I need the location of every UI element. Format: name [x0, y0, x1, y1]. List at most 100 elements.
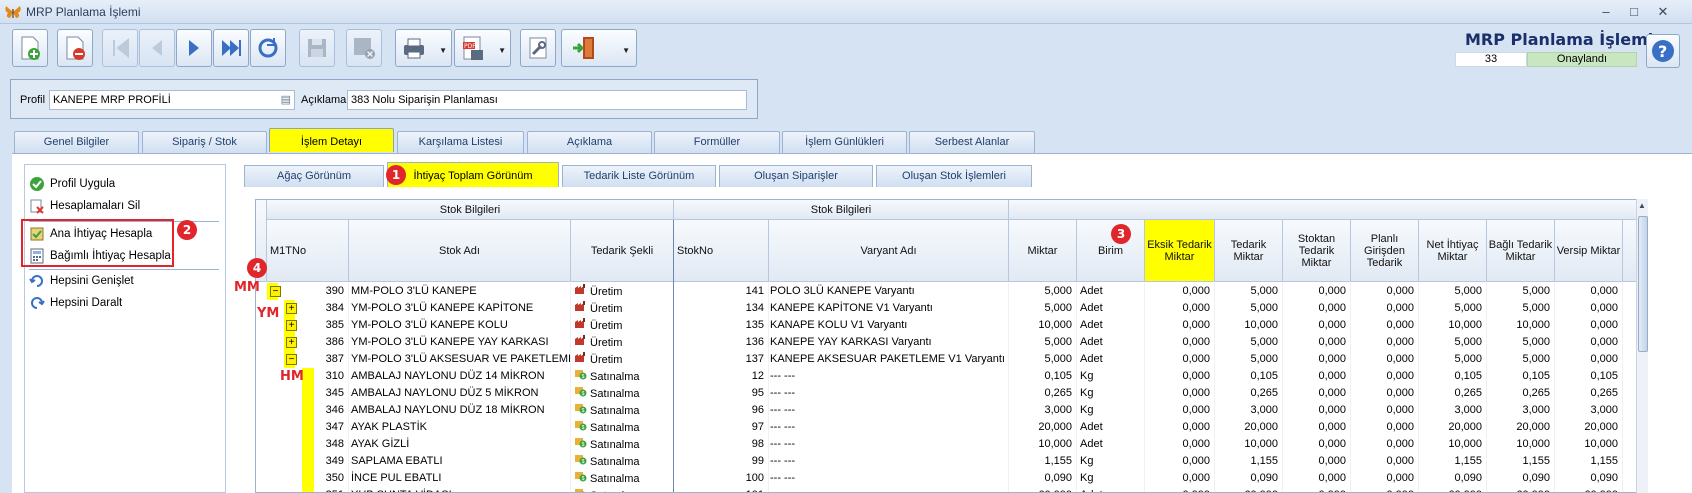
scroll-thumb[interactable]: [1638, 216, 1648, 352]
cell-variant: KANEPE YAY KARKASI Varyantı: [769, 334, 1009, 351]
col-eksik-tedarik-miktar[interactable]: Eksik Tedarik Miktar: [1145, 220, 1215, 282]
expand-node-icon[interactable]: +: [286, 320, 297, 331]
col-versip-miktar[interactable]: Versip Miktar: [1555, 220, 1623, 282]
cell-stokno: 100: [674, 470, 769, 487]
save-close-button[interactable]: [346, 29, 382, 67]
table-row[interactable]: +384 YM-POLO 3'LÜ KANEPE KAPİTONE Üretim 13…: [256, 300, 1644, 317]
table-row[interactable]: 351YHB SUNTA VİDASI$Satınalma101--- ---6…: [256, 487, 1644, 492]
cell-qty: 5,000: [1009, 334, 1077, 351]
table-row[interactable]: − 390 MM-POLO 3'LÜ KANEPE Üretim 141 POLO 3LÜ…: [256, 283, 1644, 300]
supply-type-label: Üretim: [590, 319, 623, 332]
cell-m1tno: 387: [300, 351, 349, 368]
col-m1tno[interactable]: M1TNo: [267, 220, 349, 282]
delete-calc-icon: [30, 199, 44, 214]
next-icon: [189, 40, 199, 56]
col-planli-girisden-tedarik[interactable]: Planlı Girişden Tedarik: [1351, 220, 1419, 282]
settings-button[interactable]: [520, 29, 556, 67]
first-record-button[interactable]: [102, 29, 138, 67]
table-row[interactable]: 346 AMBALAJ NAYLONU DÜZ 18 MİKRON $ Satınal…: [256, 402, 1644, 419]
refresh-button[interactable]: [250, 29, 286, 67]
previous-record-button[interactable]: [139, 29, 175, 67]
next-record-button[interactable]: [176, 29, 212, 67]
cell-net: 10,000: [1419, 317, 1487, 334]
subtab-agac-gorunum[interactable]: Ağaç Görünüm: [244, 165, 384, 187]
hepsini-genislet-action[interactable]: Hepsini Genişlet: [29, 271, 134, 291]
cell-stokno: 137: [674, 351, 769, 368]
subtab-olusan-stok-islemleri[interactable]: Oluşan Stok İşlemleri: [876, 165, 1032, 187]
col-stok-adi[interactable]: Stok Adı: [349, 220, 571, 282]
print-button[interactable]: ▼: [395, 29, 452, 67]
tab-siparis-stok[interactable]: Sipariş / Stok: [142, 131, 267, 153]
cell-planli: 0,000: [1351, 368, 1419, 385]
tab-karsilama-listesi[interactable]: Karşılama Listesi: [397, 131, 524, 153]
cell-stoktan: 0,000: [1283, 419, 1351, 436]
cell-stokno: 99: [674, 453, 769, 470]
tab-islem-gunlukleri[interactable]: İşlem Günlükleri: [782, 131, 907, 153]
cell-stoktan: 0,000: [1283, 334, 1351, 351]
collapse-node-icon[interactable]: −: [270, 286, 281, 297]
exit-button[interactable]: ▼: [561, 29, 637, 67]
table-row[interactable]: 310 AMBALAJ NAYLONU DÜZ 14 MİKRON $ Satınal…: [256, 368, 1644, 385]
table-row[interactable]: −387 YM-POLO 3'LÜ AKSESUAR VE PAKETLEME Ür…: [256, 351, 1644, 368]
scroll-up-icon[interactable]: ▲: [1638, 201, 1646, 210]
vertical-scrollbar[interactable]: ▲: [1636, 199, 1648, 493]
supply-type-label: Satınalma: [590, 438, 640, 451]
col-varyant-adi[interactable]: Varyant Adı: [769, 220, 1009, 282]
expand-node-icon[interactable]: +: [286, 303, 297, 314]
tab-genel-bilgiler[interactable]: Genel Bilgiler: [14, 131, 139, 153]
description-field[interactable]: 383 Nolu Siparişin Planlaması: [347, 90, 747, 110]
minimize-icon[interactable]: –: [1593, 2, 1619, 22]
hepsini-daralt-action[interactable]: Hepsini Daralt: [29, 293, 122, 313]
cell-stok-adi: SAPLAMA EBATLI: [349, 453, 571, 470]
table-row[interactable]: 348 AYAK GİZLİ $ Satınalma 98 --- --- 10,000 Ad…: [256, 436, 1644, 453]
cell-m1tno: 346: [300, 402, 349, 419]
table-row[interactable]: 349 SAPLAMA EBATLI $ Satınalma 99 --- --- 1,15…: [256, 453, 1644, 470]
tab-serbest-alanlar[interactable]: Serbest Alanlar: [909, 131, 1035, 153]
col-net-ihtiyac-miktar[interactable]: Net İhtiyaç Miktar: [1419, 220, 1487, 282]
tab-aciklama[interactable]: Açıklama: [527, 131, 652, 153]
hesaplamalari-sil-action[interactable]: Hesaplamaları Sil: [29, 196, 140, 216]
tab-islem-detayi[interactable]: İşlem Detayı: [269, 128, 394, 152]
cell-bagli: 60,000: [1487, 487, 1555, 492]
tab-formuller[interactable]: Formüller: [654, 131, 780, 153]
col-stokno[interactable]: StokNo: [674, 220, 769, 282]
col-tedarik-miktar[interactable]: Tedarik Miktar: [1215, 220, 1283, 282]
table-row[interactable]: 347 AYAK PLASTİK $ Satınalma 97 --- --- 20,000…: [256, 419, 1644, 436]
save-button[interactable]: [299, 29, 335, 67]
table-row[interactable]: 345 AMBALAJ NAYLONU DÜZ 5 MİKRON $ Satınalm…: [256, 385, 1644, 402]
last-record-button[interactable]: [213, 29, 249, 67]
annotation-badge-3: 3: [1111, 224, 1131, 244]
cell-stokno: 96: [674, 402, 769, 419]
cell-variant: --- ---: [769, 385, 1009, 402]
col-stoktan-tedarik-miktar[interactable]: Stoktan Tedarik Miktar: [1283, 220, 1351, 282]
col-tedarik-sekli[interactable]: Tedarik Şekli: [571, 220, 674, 282]
profile-field[interactable]: KANEPE MRP PROFİLİ ▤: [49, 90, 295, 110]
table-row[interactable]: +385 YM-POLO 3'LÜ KANEPE KOLU Üretim 135 KAN…: [256, 317, 1644, 334]
lookup-icon[interactable]: ▤: [281, 93, 291, 106]
cell-stoktan: 0,000: [1283, 402, 1351, 419]
col-bagli-tedarik-miktar[interactable]: Bağlı Tedarik Miktar: [1487, 220, 1555, 282]
cell-net: 5,000: [1419, 334, 1487, 351]
subtab-ihtiyac-toplam-gorunum[interactable]: İhtiyaç Toplam Görünüm: [387, 162, 559, 187]
subtab-olusan-siparisler[interactable]: Oluşan Siparişler: [719, 165, 873, 187]
col-miktar[interactable]: Miktar: [1009, 220, 1077, 282]
subtab-tedarik-liste-gorunum[interactable]: Tedarik Liste Görünüm: [562, 165, 716, 187]
table-row[interactable]: 350 İNCE PUL EBATLI $ Satınalma 100 --- --- 0,…: [256, 470, 1644, 487]
cell-stok-adi: AMBALAJ NAYLONU DÜZ 14 MİKRON: [349, 368, 571, 385]
pdf-export-button[interactable]: PDF ▼: [454, 29, 511, 67]
cell-versip: 1,155: [1555, 453, 1623, 470]
cell-stoktan: 0,000: [1283, 453, 1351, 470]
maximize-icon[interactable]: □: [1621, 2, 1647, 22]
help-button[interactable]: ?: [1646, 34, 1680, 68]
delete-button[interactable]: [57, 29, 93, 67]
new-button[interactable]: [12, 29, 48, 67]
cell-tedarik-sekli: $ Satınalma: [571, 385, 674, 402]
table-row[interactable]: +386 YM-POLO 3'LÜ KANEPE YAY KARKASI Üreti…: [256, 334, 1644, 351]
close-icon[interactable]: ✕: [1650, 2, 1676, 22]
profile-label: Profil: [20, 94, 46, 106]
expand-node-icon[interactable]: +: [286, 337, 297, 348]
collapse-node-icon[interactable]: −: [286, 354, 297, 365]
cell-tedarik-sekli: $ Satınalma: [571, 436, 674, 453]
wrench-icon: [529, 37, 547, 59]
profil-uygula-action[interactable]: Profil Uygula: [29, 174, 115, 194]
